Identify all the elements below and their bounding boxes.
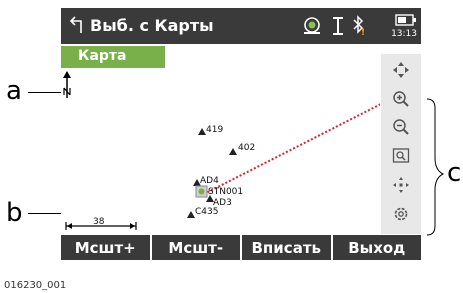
bluetooth-icon: ! — [353, 15, 365, 36]
zoom-out-button[interactable] — [387, 115, 415, 139]
point-label: 419 — [206, 125, 224, 135]
callout-a: a — [6, 76, 22, 106]
exit-softkey[interactable]: Выход — [330, 235, 422, 260]
point-label: C435 — [195, 207, 219, 217]
text-cursor-icon — [333, 17, 343, 35]
callout-a-line — [28, 92, 62, 93]
map-view[interactable]: 419 402 AD4 STN001 AD3 C435 38 — [61, 68, 380, 235]
softkey-bar: Мсшт+ Мсшт- Вписать Выход — [61, 235, 421, 260]
scale-value: 38 — [93, 217, 105, 227]
map-toolbar — [381, 54, 421, 234]
point-label: AD4 — [200, 176, 219, 186]
callout-b: b — [6, 198, 23, 228]
settings-icon — [394, 207, 408, 221]
svg-text:!: ! — [361, 28, 365, 36]
zoom-in-icon — [393, 91, 409, 107]
zoom-out-icon — [393, 119, 409, 135]
point-label: 402 — [238, 143, 256, 153]
pan-button[interactable] — [387, 58, 415, 82]
settings-button[interactable] — [387, 202, 415, 226]
callout-b-line — [28, 213, 62, 214]
callout-c: c — [447, 158, 462, 188]
point-marker-402 — [229, 148, 237, 155]
battery-icon — [395, 14, 416, 26]
tab-map[interactable]: Карта — [61, 46, 165, 68]
fit-all-button[interactable] — [387, 173, 415, 197]
zoom-plus-softkey[interactable]: Мсшт+ — [61, 235, 150, 260]
orientation-line — [203, 103, 380, 195]
title-bar: Выб. с Карты ! 13:13 — [61, 8, 421, 44]
fit-softkey[interactable]: Вписать — [240, 235, 331, 260]
map-canvas — [63, 71, 380, 230]
zoom-window-icon — [392, 148, 410, 163]
fit-all-icon — [393, 177, 409, 193]
device-screen: Выб. с Карты ! 13:13 Карта 419 402 AD4 S… — [61, 8, 421, 278]
page-title: Выб. с Карты — [90, 16, 214, 35]
pan-icon — [393, 62, 409, 78]
point-label: STN001 — [208, 187, 244, 197]
zoom-minus-softkey[interactable]: Мсшт- — [149, 235, 241, 260]
back-icon[interactable] — [68, 15, 84, 35]
clock: 13:13 — [391, 29, 417, 39]
figure-id: 016230_001 — [4, 280, 67, 291]
point-marker-419 — [198, 128, 206, 135]
point-marker-c435 — [187, 211, 195, 218]
zoom-window-button[interactable] — [387, 144, 415, 168]
north-arrow-icon — [63, 71, 71, 98]
zoom-in-button[interactable] — [387, 87, 415, 111]
target-icon — [304, 17, 320, 34]
